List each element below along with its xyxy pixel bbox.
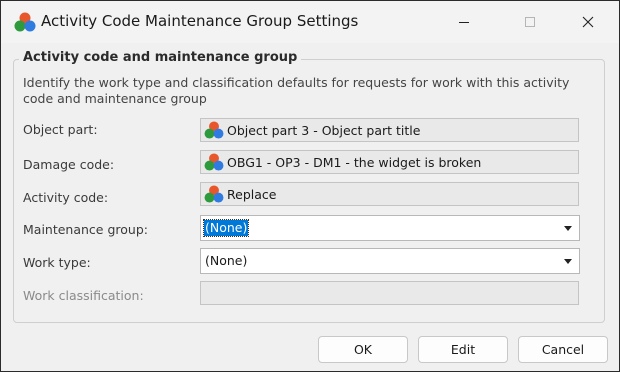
- maintenance-group-select[interactable]: (None): [200, 215, 580, 241]
- close-icon: [582, 16, 594, 28]
- ok-button[interactable]: OK: [318, 336, 408, 363]
- chevron-down-icon: [564, 258, 572, 264]
- dropdown-arrow-button[interactable]: [557, 216, 579, 240]
- work-type-value: (None): [205, 253, 248, 268]
- dropdown-arrow-button[interactable]: [557, 249, 579, 273]
- colored-balls-icon: [204, 185, 224, 203]
- maximize-icon: [525, 17, 535, 27]
- work-type-select[interactable]: (None): [200, 248, 580, 274]
- maintenance-group-label: Maintenance group:: [23, 222, 148, 237]
- activity-code-value: Replace: [227, 186, 277, 202]
- maximize-button[interactable]: [507, 7, 553, 37]
- damage-code-label: Damage code:: [23, 157, 115, 172]
- group-title: Activity code and maintenance group: [19, 50, 302, 65]
- minimize-icon: [459, 22, 469, 23]
- activity-code-field: Replace: [200, 182, 579, 206]
- cancel-button[interactable]: Cancel: [518, 336, 608, 363]
- activity-code-label: Activity code:: [23, 190, 109, 205]
- object-part-value: Object part 3 - Object part title: [227, 122, 421, 138]
- dialog-window: Activity Code Maintenance Group Settings…: [0, 0, 620, 372]
- damage-code-value: OBG1 - OP3 - DM1 - the widget is broken: [227, 154, 482, 170]
- close-button[interactable]: [565, 7, 611, 37]
- chevron-down-icon: [564, 225, 572, 231]
- object-part-label: Object part:: [23, 122, 98, 137]
- minimize-button[interactable]: [441, 7, 487, 37]
- colored-balls-icon: [204, 121, 224, 139]
- colored-balls-icon: [204, 153, 224, 171]
- maintenance-group-value: (None): [202, 219, 250, 237]
- group-description: Identify the work type and classificatio…: [23, 75, 570, 106]
- colored-balls-icon: [14, 12, 36, 32]
- work-classification-field: [200, 281, 579, 305]
- damage-code-field: OBG1 - OP3 - DM1 - the widget is broken: [200, 150, 579, 174]
- title-bar[interactable]: Activity Code Maintenance Group Settings: [1, 1, 619, 43]
- window-title: Activity Code Maintenance Group Settings: [41, 12, 359, 30]
- work-type-label: Work type:: [23, 255, 91, 270]
- object-part-field: Object part 3 - Object part title: [200, 118, 579, 142]
- edit-button[interactable]: Edit: [418, 336, 508, 363]
- work-classification-label: Work classification:: [23, 288, 144, 303]
